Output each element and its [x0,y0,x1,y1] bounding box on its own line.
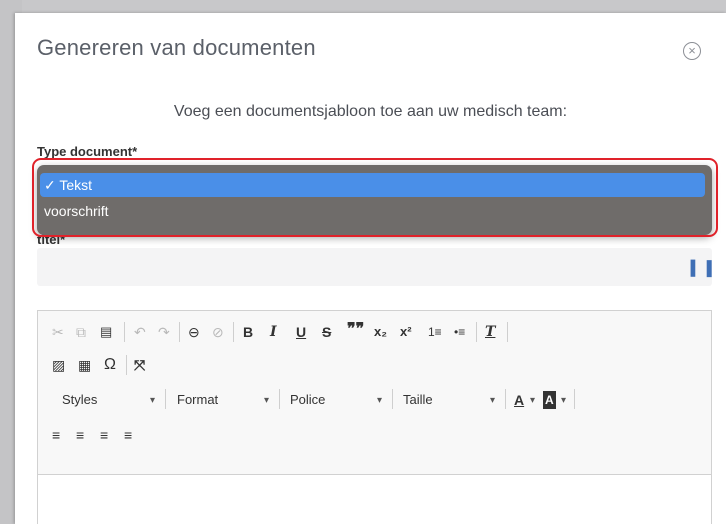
blockquote-icon[interactable]: ❞❞ [347,321,364,339]
toolbar-separator [279,389,280,409]
text-color-icon[interactable]: A [514,391,524,409]
remove-format-icon[interactable]: T [485,323,495,341]
undo-icon[interactable]: ↶ [134,323,146,341]
italic-button[interactable]: I [270,323,277,341]
styles-combo[interactable]: Styles [62,392,97,407]
input-helper-icon[interactable]: ▍▐ [691,260,712,277]
align-justify-icon[interactable]: ≡ [124,426,132,444]
toolbar-separator [574,389,575,409]
text-color-caret-icon[interactable]: ▾ [530,395,535,406]
dialog-subtitle: Voeg een documentsjabloon toe aan uw med… [173,103,568,120]
editor-toolbar: ✂ ⧉ ▤ ↶ ↷ ⊖ ⊘ B I U S ❞❞ x₂ x² 1≡ •≡ T ▨… [38,311,711,475]
format-combo[interactable]: Format [177,392,218,407]
copy-icon[interactable]: ⧉ [76,323,86,341]
bulleted-list-icon[interactable]: •≡ [454,323,465,341]
cut-icon[interactable]: ✂ [52,323,64,341]
toolbar-separator [233,322,234,342]
background-page-header [0,0,726,14]
toolbar-separator [507,322,508,342]
toolbar-separator [179,322,180,342]
subscript-icon[interactable]: x₂ [374,323,387,341]
styles-caret-icon[interactable]: ▾ [150,395,155,406]
link-icon[interactable]: ⊖ [188,323,200,341]
titel-input[interactable] [37,248,712,286]
toolbar-separator [476,322,477,342]
background-color-caret-icon[interactable]: ▾ [561,395,566,406]
rich-text-editor[interactable]: ✂ ⧉ ▤ ↶ ↷ ⊖ ⊘ B I U S ❞❞ x₂ x² 1≡ •≡ T ▨… [37,310,712,524]
align-left-icon[interactable]: ≡ [52,426,60,444]
police-caret-icon[interactable]: ▾ [377,395,382,406]
editor-content-area[interactable] [38,475,711,524]
taille-caret-icon[interactable]: ▾ [490,395,495,406]
paste-icon[interactable]: ▤ [100,323,112,341]
align-right-icon[interactable]: ≡ [100,426,108,444]
unlink-icon[interactable]: ⊘ [212,323,224,341]
underline-button[interactable]: U [296,323,306,341]
format-caret-icon[interactable]: ▾ [264,395,269,406]
dialog-title: Genereren van documenten [37,35,316,60]
taille-combo[interactable]: Taille [403,392,433,407]
align-center-icon[interactable]: ≡ [76,426,84,444]
toolbar-separator [392,389,393,409]
image-icon[interactable]: ▨ [52,356,65,374]
table-icon[interactable]: ▦ [78,356,91,374]
bold-button[interactable]: B [243,323,253,341]
toolbar-separator [126,355,127,375]
redo-icon[interactable]: ↷ [158,323,170,341]
numbered-list-icon[interactable]: 1≡ [428,323,442,341]
type-document-label: Type document* [37,144,138,159]
toolbar-separator [505,389,506,409]
close-icon[interactable]: × [683,42,701,60]
strikethrough-button[interactable]: S [322,323,331,341]
special-character-icon[interactable]: Ω [104,356,116,374]
superscript-icon[interactable]: x² [400,323,412,341]
toolbar-separator [124,322,125,342]
maximize-icon[interactable]: ⤧ [134,356,145,374]
background-color-icon[interactable]: A [543,391,556,409]
dropdown-highlight-ring [32,158,718,237]
police-combo[interactable]: Police [290,392,325,407]
generate-documents-dialog: Genereren van documenten × Voeg een docu… [15,13,726,524]
toolbar-separator [165,389,166,409]
